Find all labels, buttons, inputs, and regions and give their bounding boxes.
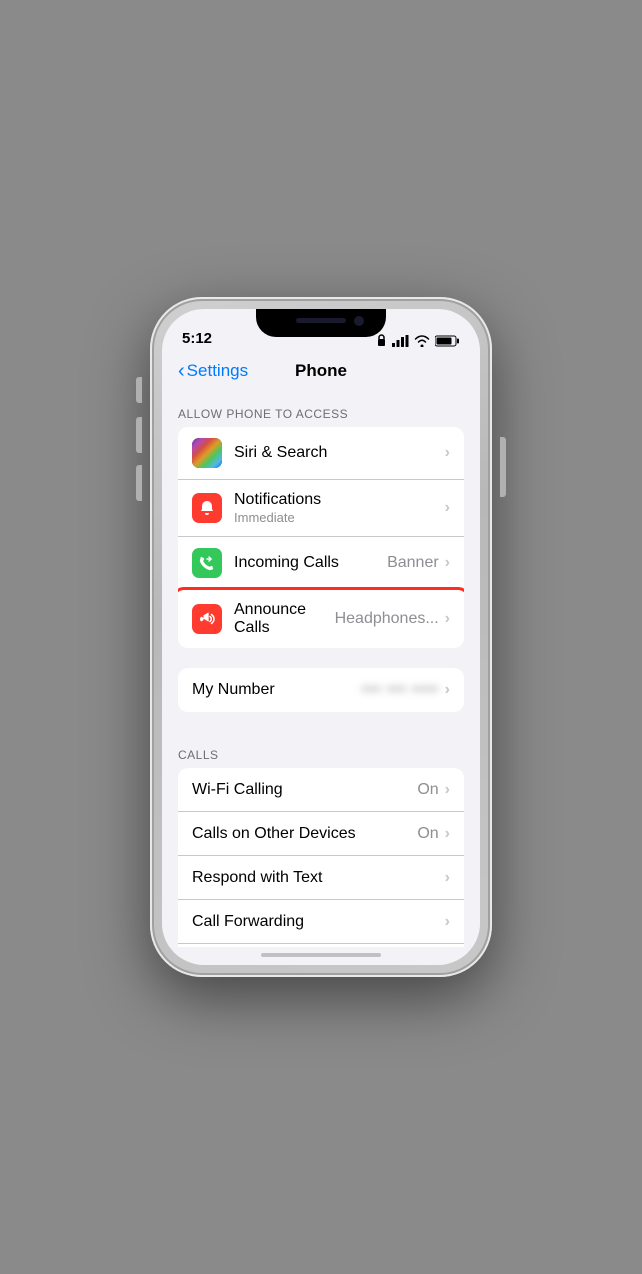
section3-header: CALLS — [162, 732, 480, 768]
call-forwarding-content: Call Forwarding — [192, 913, 445, 931]
settings-content: ALLOW PHONE TO ACCESS Siri & Search › — [162, 391, 480, 947]
back-button[interactable]: ‹ Settings — [178, 361, 258, 381]
announce-calls-chevron-icon: › — [445, 610, 450, 628]
announce-calls-content: Announce Calls — [234, 601, 335, 637]
respond-text-chevron-icon: › — [445, 869, 450, 887]
respond-text-row[interactable]: Respond with Text › — [178, 856, 464, 900]
calls-other-devices-chevron-icon: › — [445, 825, 450, 843]
my-number-chevron-icon: › — [445, 681, 450, 699]
back-chevron-icon: ‹ — [178, 361, 185, 381]
volume-down-button[interactable] — [136, 465, 142, 501]
notch — [256, 309, 386, 337]
section1-header: ALLOW PHONE TO ACCESS — [162, 391, 480, 427]
call-forwarding-title: Call Forwarding — [192, 913, 445, 931]
notifications-chevron-icon: › — [445, 499, 450, 517]
incoming-calls-value: Banner — [387, 554, 439, 572]
notifications-subtitle: Immediate — [234, 510, 445, 525]
call-forwarding-chevron-icon: › — [445, 913, 450, 931]
announce-calls-row[interactable]: Announce Calls Headphones... › — [178, 590, 464, 648]
siri-title: Siri & Search — [234, 444, 445, 462]
wifi-calling-content: Wi-Fi Calling — [192, 781, 417, 799]
incoming-calls-chevron-icon: › — [445, 554, 450, 572]
camera — [354, 316, 364, 326]
power-button[interactable] — [500, 437, 506, 497]
back-label: Settings — [187, 361, 248, 381]
call-forwarding-row[interactable]: Call Forwarding › — [178, 900, 464, 944]
incoming-calls-title: Incoming Calls — [234, 554, 387, 572]
home-indicator — [261, 953, 381, 957]
announce-calls-title: Announce Calls — [234, 601, 335, 637]
notifications-icon — [192, 493, 222, 523]
incoming-calls-row[interactable]: Incoming Calls Banner › — [178, 537, 464, 590]
my-number-content: My Number — [192, 681, 362, 699]
phone-frame: 5:12 — [150, 297, 492, 977]
siri-chevron-icon: › — [445, 444, 450, 462]
call-waiting-row[interactable]: Call Waiting › — [178, 944, 464, 947]
lock-icon — [376, 334, 387, 347]
my-number-title: My Number — [192, 681, 362, 699]
status-icons — [376, 330, 460, 347]
status-bar: 5:12 — [162, 309, 480, 353]
siri-icon — [192, 438, 222, 468]
calls-other-devices-value: On — [417, 825, 438, 843]
notifications-title: Notifications — [234, 491, 445, 509]
wifi-calling-value: On — [417, 781, 438, 799]
signal-icon — [392, 335, 409, 347]
wifi-calling-chevron-icon: › — [445, 781, 450, 799]
notifications-content: Notifications Immediate — [234, 491, 445, 525]
incoming-calls-content: Incoming Calls — [234, 554, 387, 572]
wifi-icon — [414, 335, 430, 347]
speaker — [296, 318, 346, 323]
wifi-calling-row[interactable]: Wi-Fi Calling On › — [178, 768, 464, 812]
section3-group: Wi-Fi Calling On › Calls on Other Device… — [178, 768, 464, 947]
respond-text-title: Respond with Text — [192, 869, 445, 887]
calls-other-devices-title: Calls on Other Devices — [192, 825, 417, 843]
battery-icon — [435, 335, 460, 347]
announce-calls-icon — [192, 604, 222, 634]
calls-other-devices-content: Calls on Other Devices — [192, 825, 417, 843]
wifi-calling-title: Wi-Fi Calling — [192, 781, 417, 799]
my-number-row[interactable]: My Number ••• ••• •••• › — [178, 668, 464, 712]
section2-group: My Number ••• ••• •••• › — [178, 668, 464, 712]
phone-screen: 5:12 — [162, 309, 480, 965]
section1-group: Siri & Search › Notifications Immediat — [178, 427, 464, 648]
notifications-row[interactable]: Notifications Immediate › — [178, 480, 464, 537]
my-number-value: ••• ••• •••• — [362, 681, 439, 699]
navigation-bar: ‹ Settings Phone — [162, 353, 480, 391]
respond-text-content: Respond with Text — [192, 869, 445, 887]
calls-other-devices-row[interactable]: Calls on Other Devices On › — [178, 812, 464, 856]
page-title: Phone — [258, 361, 384, 381]
incoming-calls-icon — [192, 548, 222, 578]
siri-content: Siri & Search — [234, 444, 445, 462]
announce-calls-value: Headphones... — [335, 610, 439, 628]
silent-button[interactable] — [136, 377, 142, 403]
siri-row[interactable]: Siri & Search › — [178, 427, 464, 480]
volume-up-button[interactable] — [136, 417, 142, 453]
